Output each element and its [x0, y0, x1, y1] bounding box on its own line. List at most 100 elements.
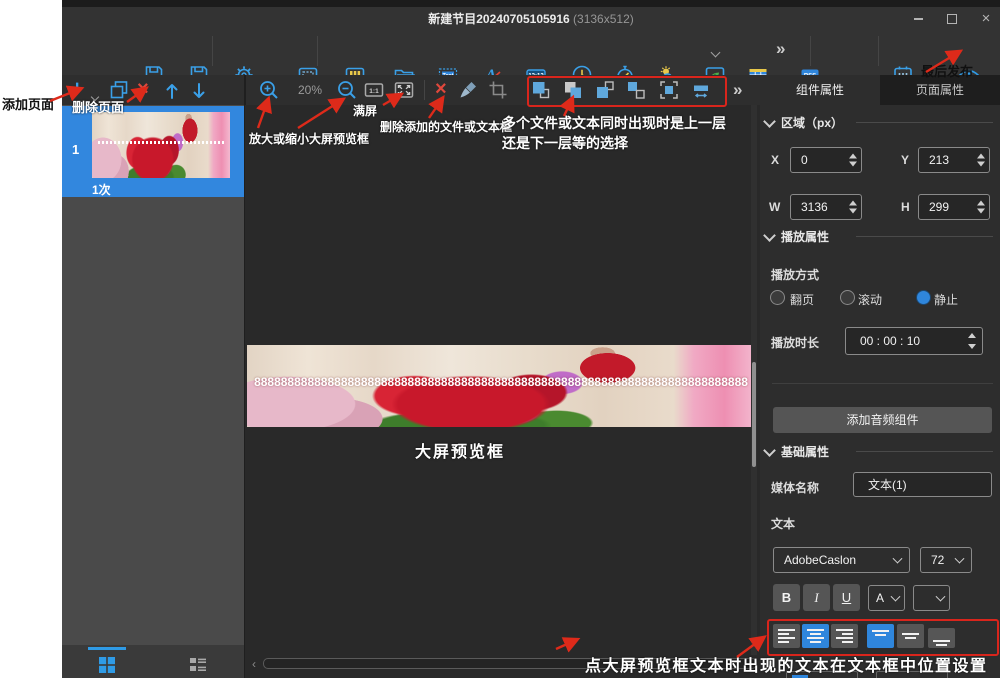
section-play-title: 播放属性: [781, 228, 829, 245]
play-mode-radio-3[interactable]: [916, 290, 931, 305]
text-component[interactable]: 8888888888888888888888888888888888888888…: [247, 375, 755, 389]
h-input[interactable]: 299: [918, 194, 990, 220]
chevron-down-icon: [936, 592, 946, 602]
play-mode-label-2[interactable]: 滚动: [858, 291, 882, 308]
zoom-in-button[interactable]: [257, 78, 281, 102]
align-v-top-button[interactable]: [867, 624, 894, 648]
align-v-middle-button[interactable]: [897, 624, 924, 648]
scroll-left-arrow[interactable]: ‹: [252, 657, 256, 671]
annotation-layer-line1: 多个文件或文本同时出现时是上一层: [502, 113, 726, 133]
fit-screen-button[interactable]: [392, 78, 416, 102]
window-title: 新建节目20240705105916 (3136x512): [62, 10, 1000, 27]
move-page-up-button[interactable]: [160, 79, 184, 103]
y-label: Y: [901, 153, 909, 167]
play-mode-radio-1[interactable]: [770, 290, 785, 305]
vertical-scrollbar-thumb[interactable]: [752, 362, 756, 467]
list-view-button[interactable]: [186, 653, 210, 677]
play-mode-label: 播放方式: [771, 266, 819, 283]
x-value: 0: [801, 153, 808, 167]
h-spinner[interactable]: [977, 201, 985, 214]
w-input[interactable]: 3136: [790, 194, 862, 220]
main-toolbar: 保存另存为设置通用窗口打折窗口文件Text文本A炫彩字12:12时钟模拟时钟计时…: [62, 30, 1000, 76]
x-label: X: [771, 153, 779, 167]
page-thumbnail[interactable]: [92, 112, 230, 178]
align-h-left-button[interactable]: [773, 624, 800, 648]
tab-component-properties[interactable]: 组件属性: [760, 75, 880, 105]
program-size: (3136x512): [573, 12, 634, 26]
minimize-button[interactable]: [907, 12, 929, 26]
layer-back-button[interactable]: [561, 78, 585, 102]
screen-preview-stage[interactable]: 8888888888888888888888888888888888888888…: [247, 345, 755, 427]
move-page-down-button[interactable]: [187, 79, 211, 103]
toolbar-separator: [424, 80, 425, 100]
canvas-toolbar-more-button[interactable]: »: [733, 81, 742, 98]
add-page-button[interactable]: +: [71, 78, 83, 99]
minimize-icon: [914, 18, 923, 20]
align-v-bottom-button[interactable]: [928, 628, 955, 648]
add-audio-button[interactable]: 添加音频组件: [773, 407, 992, 433]
active-view-indicator: [88, 647, 126, 650]
font-size-value: 72: [931, 553, 944, 567]
grid-view-button[interactable]: [95, 653, 119, 677]
divider: [772, 383, 993, 384]
close-button[interactable]: ×: [975, 12, 997, 26]
clear-screen-button[interactable]: [458, 78, 482, 102]
section-divider: [856, 236, 993, 237]
zoom-out-button[interactable]: [335, 78, 359, 102]
layer-fill-button[interactable]: [657, 78, 681, 102]
align-h-center-button[interactable]: [802, 624, 829, 648]
maximize-icon: [947, 14, 957, 24]
svg-text:1:1: 1:1: [369, 88, 379, 95]
actual-size-button[interactable]: 1:1: [362, 78, 386, 102]
delete-component-button[interactable]: ×: [435, 79, 447, 99]
w-spinner[interactable]: [849, 201, 857, 214]
titlebar-top-strip: [62, 0, 1000, 7]
y-spinner[interactable]: [977, 154, 985, 167]
font-size-select[interactable]: 72: [920, 547, 972, 573]
font-family-value: AdobeCaslon: [784, 553, 856, 567]
maximize-button[interactable]: [941, 12, 963, 26]
annotation-fullscreen: 满屏: [353, 102, 377, 119]
annotation-layer-line2: 还是下一层等的选择: [502, 133, 628, 153]
toolbar-separator: [810, 36, 811, 66]
y-input[interactable]: 213: [918, 147, 990, 173]
duration-spinner[interactable]: [968, 333, 976, 349]
x-input[interactable]: 0: [790, 147, 862, 173]
background-color-select[interactable]: [913, 585, 950, 611]
italic-button[interactable]: I: [803, 584, 830, 611]
section-basic-title: 基础属性: [781, 443, 829, 460]
play-duration-value: 00 : 00 : 10: [860, 334, 920, 348]
play-mode-radio-2[interactable]: [840, 290, 855, 305]
underline-button[interactable]: U: [833, 584, 860, 611]
w-label: W: [769, 200, 780, 214]
bold-button[interactable]: B: [773, 584, 800, 611]
media-name-value: 文本(1): [868, 476, 907, 493]
table-dropdown-caret[interactable]: [712, 43, 719, 61]
play-mode-label-1[interactable]: 翻页: [790, 291, 814, 308]
toolbar-separator: [317, 36, 318, 66]
play-duration-input[interactable]: 00 : 00 : 10: [845, 327, 983, 355]
crop-button[interactable]: [486, 78, 510, 102]
media-name-input[interactable]: 文本(1): [853, 472, 992, 497]
layer-backward-button[interactable]: [624, 78, 648, 102]
play-mode-label-3[interactable]: 静止: [934, 291, 958, 308]
close-icon: ×: [982, 10, 991, 27]
program-title: 新建节目20240705105916: [428, 12, 569, 26]
font-color-select[interactable]: A: [868, 585, 905, 611]
align-h-right-button[interactable]: [831, 624, 858, 648]
delete-page-button[interactable]: ×: [137, 79, 149, 99]
layer-forward-button[interactable]: [593, 78, 617, 102]
page-number: 1: [72, 142, 79, 157]
x-spinner[interactable]: [849, 154, 857, 167]
thumbnail-text-row: [98, 141, 225, 144]
font-family-select[interactable]: AdobeCaslon: [773, 547, 910, 573]
annotation-alignment: 点大屏预览框文本时出现的文本在文本框中位置设置: [585, 652, 988, 676]
toolbar-separator: [212, 36, 213, 66]
annotation-final-publish: 最后发布: [921, 61, 973, 80]
h-label: H: [901, 200, 910, 214]
layer-hstretch-button[interactable]: [689, 78, 713, 102]
w-value: 3136: [801, 200, 828, 214]
section-area-title: 区域（px）: [781, 114, 843, 131]
toolbar-more-button[interactable]: »: [776, 40, 785, 57]
layer-front-button[interactable]: [529, 78, 553, 102]
